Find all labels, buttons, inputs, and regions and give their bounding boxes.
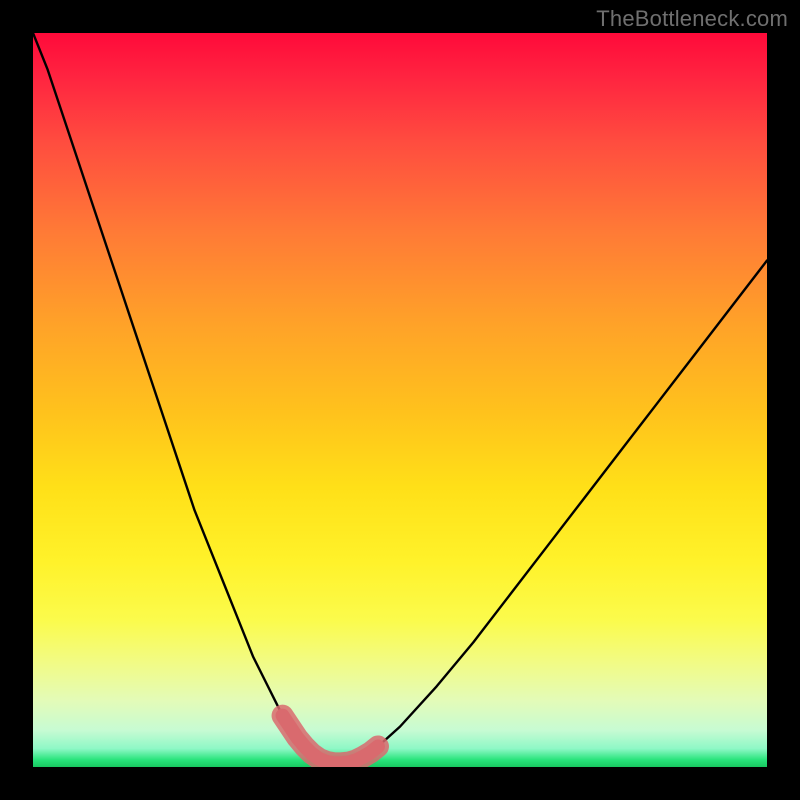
watermark-label: TheBottleneck.com — [596, 6, 788, 32]
bottleneck-curve — [33, 33, 767, 763]
curve-layer — [33, 33, 767, 767]
chart-frame: TheBottleneck.com — [0, 0, 800, 800]
plot-area — [33, 33, 767, 767]
